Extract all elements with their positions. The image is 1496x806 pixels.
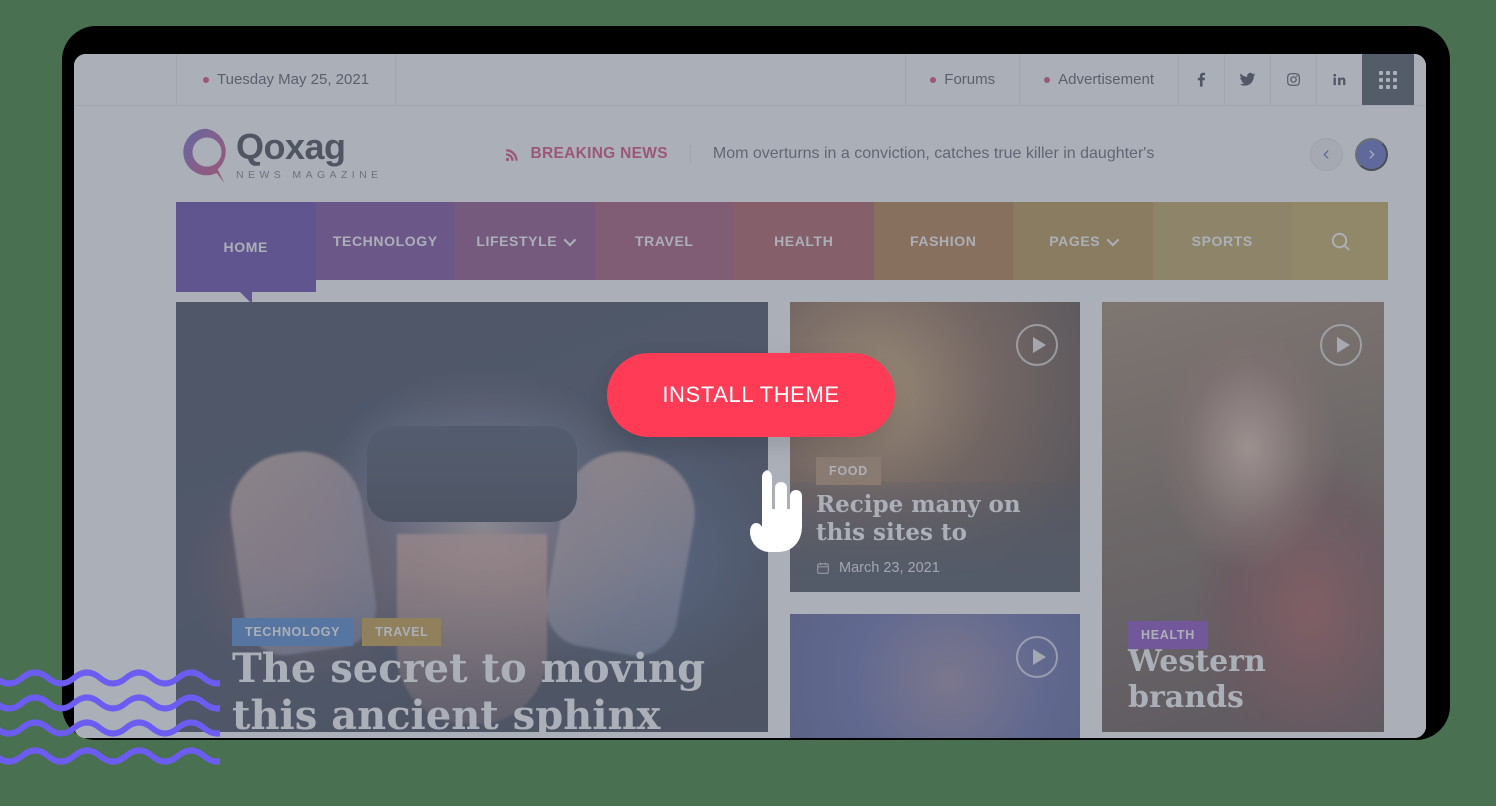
search-icon[interactable]: [1292, 202, 1388, 280]
food-card-date: March 23, 2021: [816, 560, 1060, 576]
nav-item-label: HEALTH: [774, 233, 834, 249]
breaking-news-label-group: BREAKING NEWS: [504, 145, 691, 163]
top-bar: Tuesday May 25, 2021 Forums Advertisemen…: [74, 54, 1426, 106]
breaking-news-headline[interactable]: Mom overturns in a conviction, catches t…: [691, 145, 1154, 163]
top-bar-spacer: [396, 54, 905, 105]
breaking-news-ticker: BREAKING NEWS Mom overturns in a convict…: [504, 145, 1154, 163]
site-logo[interactable]: Qoxag NEWS MAGAZINE: [176, 123, 382, 185]
nav-item-technology[interactable]: TECHNOLOGY: [315, 202, 455, 280]
health-card-title[interactable]: Western brands: [1128, 644, 1364, 716]
topbar-link-forums[interactable]: Forums: [905, 54, 1019, 105]
nav-item-fashion[interactable]: FASHION: [873, 202, 1013, 280]
linkedin-icon[interactable]: [1316, 54, 1362, 105]
masthead: Qoxag NEWS MAGAZINE BREAKING NEWS Mom ov…: [74, 106, 1426, 202]
nav-item-label: FASHION: [910, 233, 977, 249]
bullet-icon: [930, 76, 937, 83]
topbar-link-advertisement[interactable]: Advertisement: [1019, 54, 1178, 105]
ticker-nav-arrows: [1310, 137, 1388, 171]
wave-line: [0, 669, 285, 687]
nav-item-health[interactable]: HEALTH: [734, 202, 874, 280]
apps-grid-icon[interactable]: [1362, 54, 1414, 105]
install-theme-button[interactable]: INSTALL THEME: [607, 353, 895, 437]
play-icon[interactable]: [1016, 636, 1058, 678]
decorative-waves: [0, 648, 285, 783]
current-date-label: Tuesday May 25, 2021: [217, 71, 370, 88]
instagram-icon[interactable]: [1270, 54, 1316, 105]
bullet-icon: [1044, 76, 1051, 83]
nav-item-sports[interactable]: SPORTS: [1152, 202, 1292, 280]
nav-item-label: SPORTS: [1191, 233, 1253, 249]
hero-badge-technology[interactable]: TECHNOLOGY: [232, 618, 354, 646]
calendar-icon: [816, 561, 830, 575]
nav-item-label: LIFESTYLE: [476, 233, 558, 249]
chevron-down-icon: [563, 233, 577, 246]
wave-line: [0, 719, 285, 737]
hero-badges: TECHNOLOGY TRAVEL: [232, 618, 442, 646]
ticker-prev-button[interactable]: [1310, 137, 1343, 171]
food-card-date-label: March 23, 2021: [839, 560, 940, 576]
food-article-card[interactable]: FOOD Recipe many on this sites to March …: [790, 302, 1080, 592]
nav-item-label: PAGES: [1049, 233, 1101, 249]
nav-item-home[interactable]: HOME: [176, 202, 316, 304]
video-article-card[interactable]: [790, 614, 1080, 738]
right-column: HEALTH Western brands: [1102, 302, 1384, 738]
topbar-link-label: Forums: [944, 71, 996, 88]
twitter-icon[interactable]: [1224, 54, 1270, 105]
nav-item-label: TRAVEL: [634, 233, 694, 249]
food-card-title[interactable]: Recipe many on this sites to: [816, 491, 1060, 547]
main-navigation: HOME TECHNOLOGY LIFESTYLE TRAVEL HEALTH FASHI…: [176, 202, 1388, 304]
hero-article-title[interactable]: The secret to moving this ancient sphinx: [232, 646, 712, 732]
wave-line: [0, 694, 285, 712]
nav-item-lifestyle[interactable]: LIFESTYLE: [455, 202, 595, 280]
nav-item-label: HOME: [223, 239, 268, 255]
play-icon[interactable]: [1320, 324, 1362, 366]
bullet-icon: [203, 76, 209, 83]
hero-badge-travel[interactable]: TRAVEL: [362, 618, 442, 646]
qoxag-q-mark-icon: [176, 123, 238, 185]
food-card-badge[interactable]: FOOD: [816, 456, 881, 485]
hand-pointer-cursor: [740, 462, 808, 554]
ticker-next-button[interactable]: [1355, 137, 1388, 171]
wave-line: [0, 747, 285, 765]
nav-item-label: TECHNOLOGY: [332, 233, 438, 249]
main-navigation-wrap: HOME TECHNOLOGY LIFESTYLE TRAVEL HEALTH FASHI…: [74, 202, 1426, 304]
facebook-icon[interactable]: [1178, 54, 1224, 105]
site-logo-name: Qoxag: [236, 126, 346, 167]
nav-item-travel[interactable]: TRAVEL: [594, 202, 734, 280]
rss-icon: [504, 146, 521, 163]
site-logo-tagline: NEWS MAGAZINE: [236, 169, 383, 181]
topbar-link-label: Advertisement: [1058, 71, 1154, 88]
chevron-down-icon: [1106, 233, 1120, 246]
play-icon[interactable]: [1016, 324, 1058, 366]
breaking-news-label: BREAKING NEWS: [530, 145, 668, 162]
current-date: Tuesday May 25, 2021: [176, 54, 397, 105]
health-article-card[interactable]: HEALTH Western brands: [1102, 302, 1384, 732]
nav-item-pages[interactable]: PAGES: [1013, 202, 1153, 280]
